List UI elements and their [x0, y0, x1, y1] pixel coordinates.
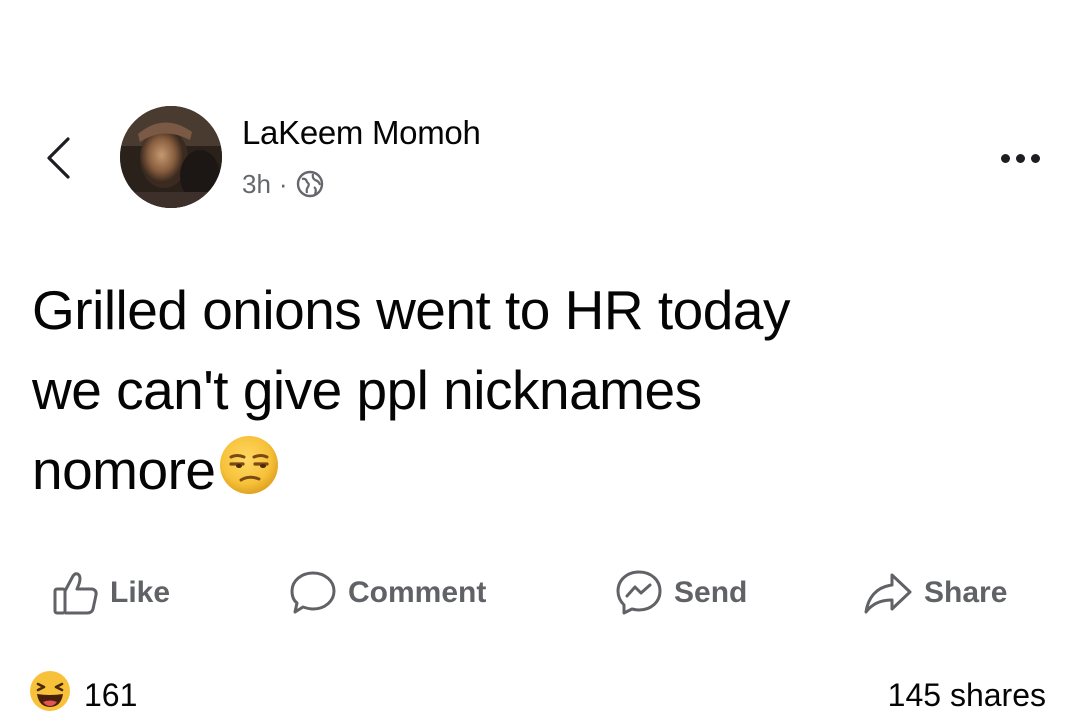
share-button[interactable]: Share	[862, 560, 1007, 626]
send-button[interactable]: Send	[614, 560, 747, 626]
chevron-left-icon	[47, 137, 70, 179]
comment-bubble-icon	[290, 571, 336, 614]
comment-button[interactable]: Comment	[288, 560, 486, 626]
share-arrow-icon	[864, 573, 912, 614]
post-text-line: nomore	[32, 439, 216, 501]
post-text-last-line: nomore	[32, 430, 1042, 518]
unamused-face-emoji	[217, 433, 281, 518]
post-meta: 3h ·	[242, 166, 324, 202]
comment-label: Comment	[348, 576, 487, 609]
thumbs-up-icon	[53, 572, 98, 615]
more-horizontal-icon-dot	[1030, 153, 1040, 163]
meta-separator: ·	[278, 168, 288, 199]
more-horizontal-icon-dot	[1000, 153, 1010, 163]
post-text-line: we can't give ppl nicknames	[32, 359, 702, 421]
action-bar: Like Comment Send Share	[0, 560, 1080, 626]
author-name[interactable]: LaKeem Momoh	[242, 114, 481, 152]
haha-reaction-icon	[28, 669, 72, 721]
profile-photo	[120, 106, 222, 208]
like-button[interactable]: Like	[52, 560, 170, 626]
post-text-line: Grilled onions went to HR today	[32, 279, 790, 341]
post-time[interactable]: 3h	[242, 169, 271, 200]
messenger-icon	[616, 570, 662, 615]
send-label: Send	[674, 576, 748, 609]
shares-count[interactable]: 145 shares	[888, 670, 1046, 720]
post-card: LaKeem Momoh 3h · Grilled onions went to…	[0, 0, 1080, 713]
share-label: Share	[924, 576, 1008, 609]
back-button[interactable]	[36, 132, 80, 184]
reaction-summary[interactable]: 161	[28, 670, 137, 720]
more-horizontal-icon-dot	[1015, 153, 1025, 163]
post-text: Grilled onions went to HR today we can't…	[32, 270, 1042, 518]
like-label: Like	[110, 576, 171, 609]
avatar[interactable]	[120, 106, 222, 208]
more-options-button[interactable]	[990, 140, 1050, 176]
globe-icon	[296, 170, 324, 198]
